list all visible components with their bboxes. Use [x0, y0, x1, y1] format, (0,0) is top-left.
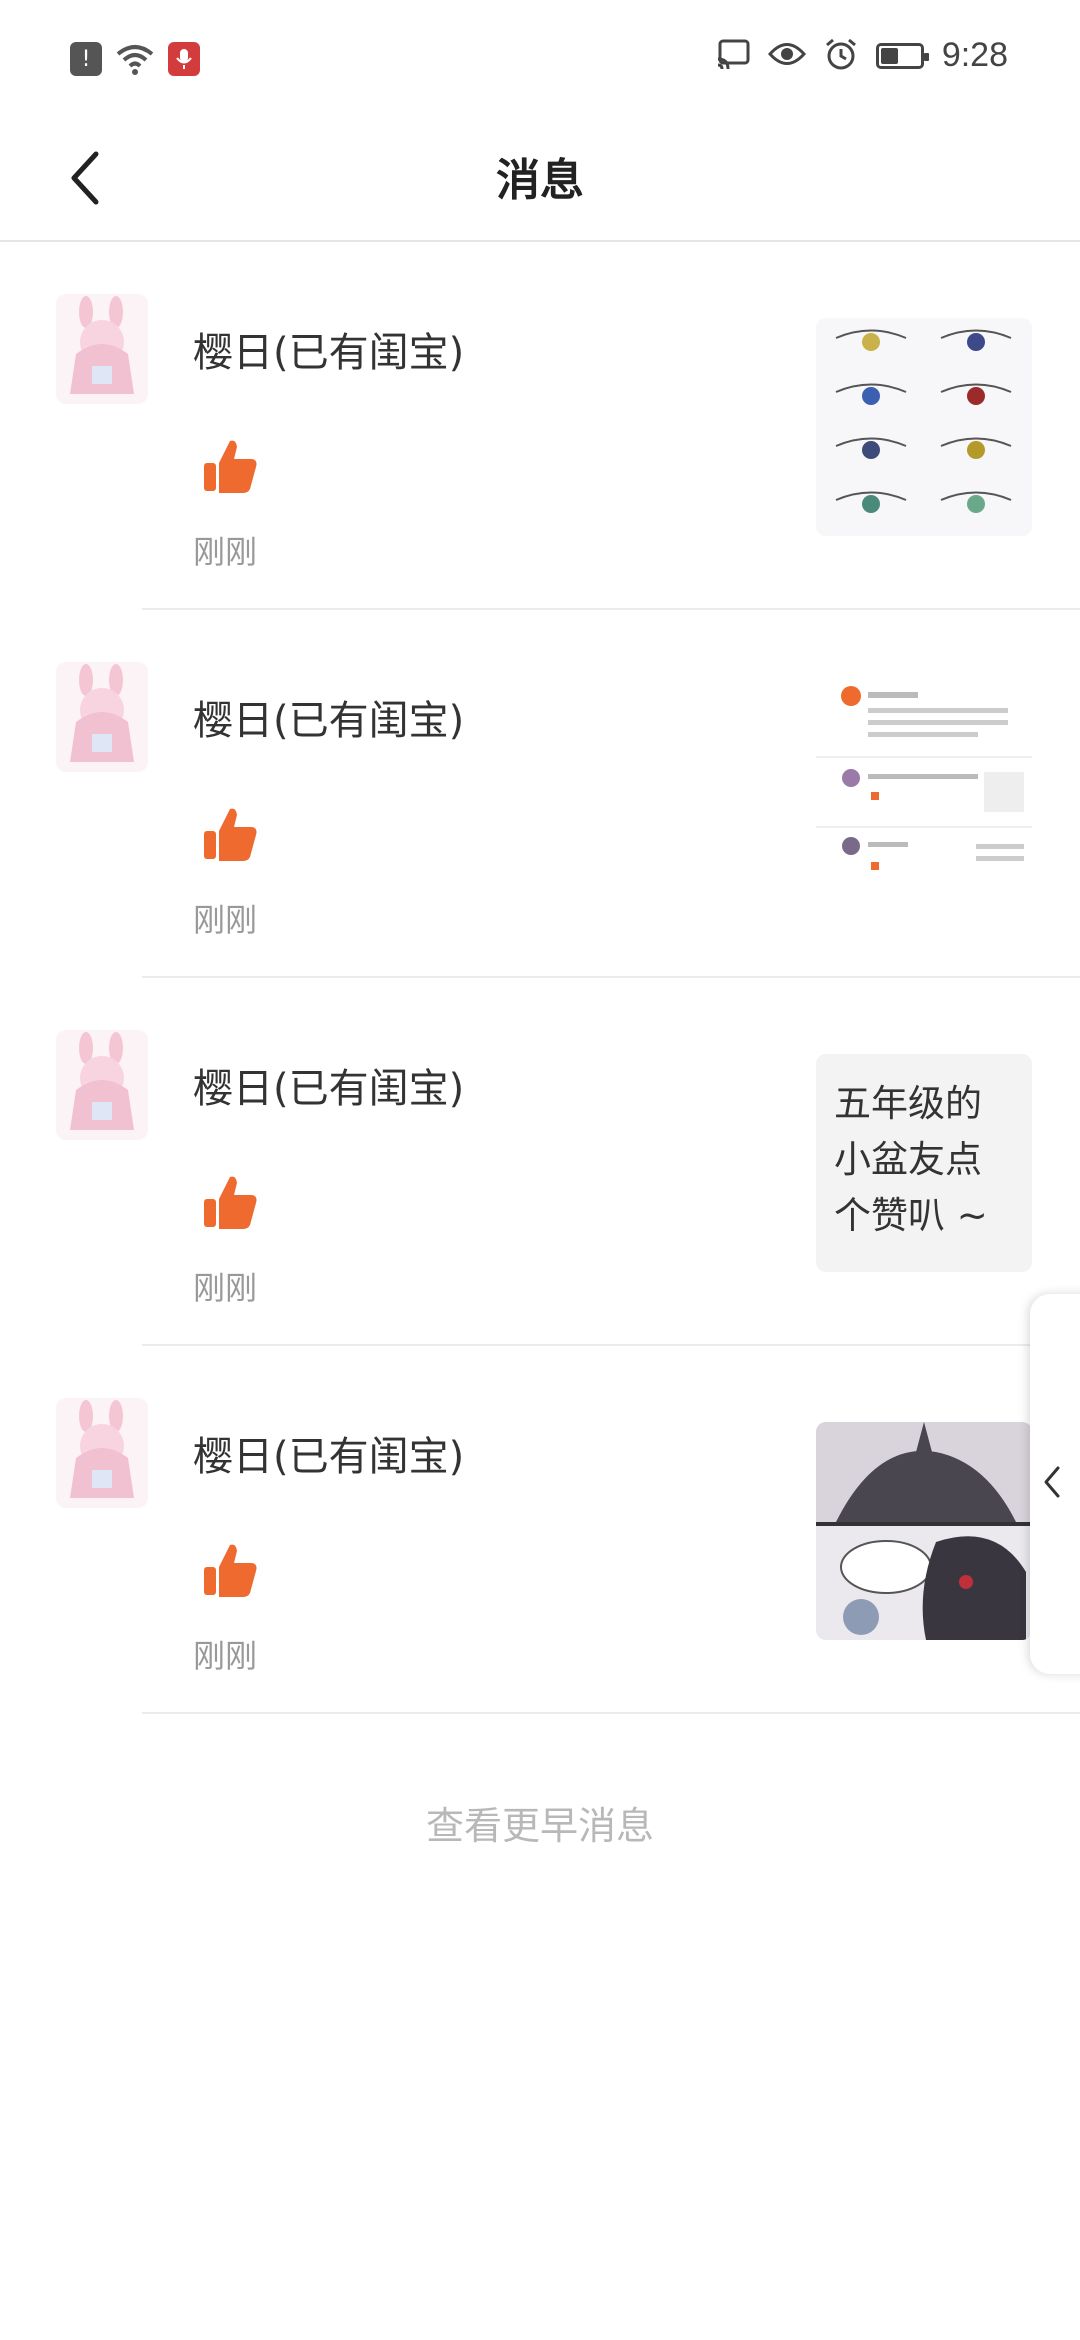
username: 樱日(已有闺宝) [193, 698, 465, 744]
alert-icon: ! [70, 42, 102, 76]
avatar[interactable] [56, 662, 148, 772]
load-earlier-link[interactable]: 查看更早消息 [0, 1795, 1080, 1850]
message-row[interactable]: 樱日(已有闺宝) 刚刚 [0, 610, 1080, 978]
post-thumbnail[interactable] [816, 686, 1032, 904]
side-drawer-handle[interactable] [1030, 1294, 1080, 1674]
row-divider [142, 1712, 1080, 1714]
message-list: 樱日(已有闺宝) 刚刚 樱日(已有闺宝) 刚刚 樱日(已有闺宝) 刚刚 五年级的… [0, 242, 1080, 1714]
status-bar: ! 9:28 [0, 0, 1080, 120]
message-row[interactable]: 樱日(已有闺宝) 刚刚 五年级的小盆友点个赞叭 ~ [0, 978, 1080, 1346]
timestamp: 刚刚 [193, 901, 258, 939]
status-left: ! [70, 42, 200, 76]
avatar[interactable] [56, 1398, 148, 1508]
status-right: 9:28 [716, 36, 1008, 75]
timestamp: 刚刚 [193, 1637, 258, 1675]
status-time: 9:28 [941, 36, 1008, 74]
thumbs-up-icon [200, 805, 260, 865]
post-preview-text: 五年级的小盆友点个赞叭 ~ [834, 1082, 988, 1237]
message-row[interactable]: 樱日(已有闺宝) 刚刚 [0, 242, 1080, 610]
battery-icon [875, 42, 929, 69]
mic-icon [168, 42, 200, 76]
avatar[interactable] [56, 294, 148, 404]
chevron-left-icon [1040, 1462, 1064, 1506]
header: 消息 [0, 120, 1080, 242]
post-text-preview[interactable]: 五年级的小盆友点个赞叭 ~ [816, 1054, 1032, 1272]
thumbs-up-icon [200, 1173, 260, 1233]
battery-level [880, 47, 898, 64]
thumbs-up-icon [200, 1541, 260, 1601]
wifi-icon [116, 42, 154, 76]
post-thumbnail[interactable] [816, 1422, 1032, 1640]
username: 樱日(已有闺宝) [193, 1066, 465, 1112]
avatar[interactable] [56, 1030, 148, 1140]
timestamp: 刚刚 [193, 533, 258, 571]
eye-icon [767, 41, 806, 71]
alarm-icon [824, 37, 858, 75]
timestamp: 刚刚 [193, 1269, 258, 1307]
thumbs-up-icon [200, 437, 260, 497]
username: 樱日(已有闺宝) [193, 330, 465, 376]
post-thumbnail[interactable] [816, 318, 1032, 536]
cast-icon [716, 39, 750, 73]
page-title: 消息 [496, 155, 584, 206]
username: 樱日(已有闺宝) [193, 1434, 465, 1480]
message-row[interactable]: 樱日(已有闺宝) 刚刚 [0, 1346, 1080, 1714]
